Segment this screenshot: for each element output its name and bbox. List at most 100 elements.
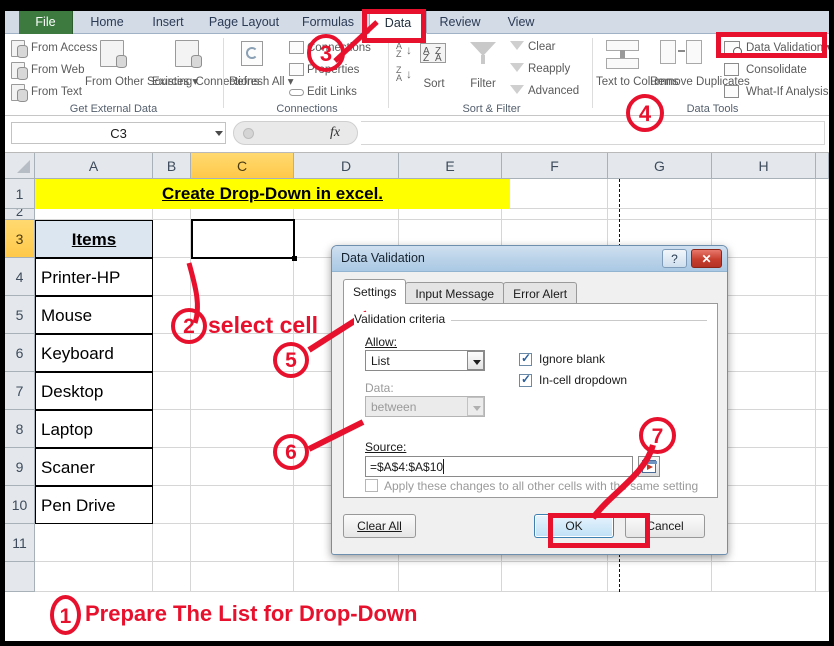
item-cell-a6[interactable]: Keyboard <box>35 334 153 372</box>
cancel-button[interactable]: Cancel <box>625 514 705 538</box>
help-icon[interactable]: ? <box>662 249 687 268</box>
cell-b12[interactable] <box>153 562 191 592</box>
data-validation-command[interactable]: Data Validation ▾ <box>746 41 829 55</box>
allow-dropdown-icon[interactable] <box>467 351 484 370</box>
column-header-b[interactable]: B <box>153 153 191 179</box>
cell-i2[interactable] <box>816 209 829 220</box>
cell-h2[interactable] <box>712 209 816 220</box>
cell-a2[interactable] <box>35 209 153 220</box>
cell-h1[interactable] <box>712 179 816 209</box>
column-header-h[interactable]: H <box>712 153 816 179</box>
insert-function-icon[interactable]: fx <box>330 125 340 141</box>
filter-command[interactable]: Filter <box>464 78 502 91</box>
cell-i5[interactable] <box>816 296 829 334</box>
cell-i11[interactable] <box>816 524 829 562</box>
row-header-11[interactable]: 11 <box>5 524 35 562</box>
advanced-command[interactable]: Advanced <box>528 84 579 98</box>
cell-c4[interactable] <box>191 258 294 296</box>
tab-insert[interactable]: Insert <box>139 11 197 34</box>
row-header-10[interactable]: 10 <box>5 486 35 524</box>
from-web-command[interactable]: From Web <box>31 63 84 77</box>
from-access-command[interactable]: From Access <box>31 41 97 55</box>
collapse-range-button[interactable] <box>638 456 660 477</box>
tab-view[interactable]: View <box>495 11 547 34</box>
cell-b3[interactable] <box>153 220 191 258</box>
cell-i8[interactable] <box>816 410 829 448</box>
column-header-a[interactable]: A <box>35 153 153 179</box>
cell-c10[interactable] <box>191 486 294 524</box>
row-header-3[interactable]: 3 <box>5 220 35 258</box>
cell-e12[interactable] <box>399 562 502 592</box>
from-text-command[interactable]: From Text <box>31 85 82 99</box>
cell-a11[interactable] <box>35 524 153 562</box>
apply-all-checkbox[interactable] <box>365 479 378 492</box>
column-header-d[interactable]: D <box>294 153 399 179</box>
row-header-9[interactable]: 9 <box>5 448 35 486</box>
row-header-1[interactable]: 1 <box>5 179 35 209</box>
row-header-5[interactable]: 5 <box>5 296 35 334</box>
cell-f1[interactable] <box>502 179 608 209</box>
active-cell-selection[interactable] <box>191 219 295 259</box>
clear-command[interactable]: Clear <box>528 40 555 54</box>
row-header-12[interactable] <box>5 562 35 592</box>
fill-handle[interactable] <box>292 256 297 261</box>
clear-all-button[interactable]: Clear All <box>343 514 416 538</box>
column-header-c[interactable]: C <box>191 153 294 179</box>
cell-g1[interactable] <box>608 179 712 209</box>
cell-c12[interactable] <box>191 562 294 592</box>
cell-g2[interactable] <box>608 209 712 220</box>
cell-f12[interactable] <box>502 562 608 592</box>
from-other-sources-command[interactable]: From Other Sources ▾ <box>85 76 198 89</box>
consolidate-command[interactable]: Consolidate <box>746 63 807 77</box>
source-input[interactable]: =$A$4:$A$10 <box>365 456 633 477</box>
tab-error-alert[interactable]: Error Alert <box>503 282 578 304</box>
cell-g12[interactable] <box>608 562 712 592</box>
what-if-analysis-command[interactable]: What-If Analysis ▾ <box>746 85 829 99</box>
column-header-i[interactable] <box>816 153 829 179</box>
in-cell-dropdown-label[interactable]: In-cell dropdown <box>539 373 627 387</box>
remove-duplicates-command[interactable]: Remove Duplicates <box>650 76 750 89</box>
tab-review[interactable]: Review <box>429 11 491 34</box>
name-box-dropdown-icon[interactable] <box>215 131 223 136</box>
item-cell-a5[interactable]: Mouse <box>35 296 153 334</box>
existing-connections-command[interactable]: Existing Connections <box>152 76 259 89</box>
title-cell-a1[interactable]: Create Drop-Down in excel. <box>35 179 510 209</box>
cell-b9[interactable] <box>153 448 191 486</box>
cell-i9[interactable] <box>816 448 829 486</box>
ignore-blank-label[interactable]: Ignore blank <box>539 352 605 366</box>
data-validation-dialog[interactable]: Data Validation ? ✕ Settings Input Messag… <box>331 245 728 555</box>
row-header-6[interactable]: 6 <box>5 334 35 372</box>
tab-input-message[interactable]: Input Message <box>405 282 505 304</box>
cell-b8[interactable] <box>153 410 191 448</box>
item-cell-a10[interactable]: Pen Drive <box>35 486 153 524</box>
tab-formulas[interactable]: Formulas <box>291 11 365 34</box>
cell-f2[interactable] <box>502 209 608 220</box>
cell-b11[interactable] <box>153 524 191 562</box>
cell-i10[interactable] <box>816 486 829 524</box>
cell-c7[interactable] <box>191 372 294 410</box>
item-cell-a9[interactable]: Scaner <box>35 448 153 486</box>
tab-settings[interactable]: Settings <box>343 279 407 304</box>
items-header-cell[interactable]: Items <box>35 220 153 258</box>
row-header-7[interactable]: 7 <box>5 372 35 410</box>
reapply-command[interactable]: Reapply <box>528 62 570 76</box>
cell-h12[interactable] <box>712 562 816 592</box>
formula-input[interactable] <box>361 121 825 145</box>
ignore-blank-checkbox[interactable] <box>519 351 532 366</box>
tab-data[interactable]: Data <box>369 11 427 34</box>
row-header-2[interactable]: 2 <box>5 209 35 220</box>
text-to-columns-command[interactable]: Text to Columns <box>596 76 678 89</box>
column-header-g[interactable]: G <box>608 153 712 179</box>
cell-a12[interactable] <box>35 562 153 592</box>
cell-i7[interactable] <box>816 372 829 410</box>
cell-i6[interactable] <box>816 334 829 372</box>
cell-i3[interactable] <box>816 220 829 258</box>
column-header-e[interactable]: E <box>399 153 502 179</box>
item-cell-a4[interactable]: Printer-HP <box>35 258 153 296</box>
cell-d12[interactable] <box>294 562 399 592</box>
tab-file[interactable]: File <box>19 11 73 34</box>
refresh-all-command[interactable]: Refresh All ▾ <box>229 76 294 89</box>
cell-b7[interactable] <box>153 372 191 410</box>
column-header-f[interactable]: F <box>502 153 608 179</box>
row-header-4[interactable]: 4 <box>5 258 35 296</box>
